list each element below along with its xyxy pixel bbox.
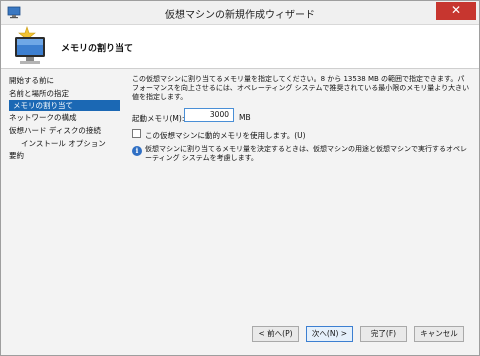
new-vm-monitor-icon: [15, 26, 45, 64]
wizard-steps-nav: 開始する前に 名前と場所の指定 メモリの割り当て ネットワークの構成 仮想ハード…: [1, 69, 121, 327]
nav-item-name-location[interactable]: 名前と場所の指定: [9, 88, 69, 99]
nav-item-summary[interactable]: 要約: [9, 150, 24, 161]
nav-item-memory[interactable]: メモリの割り当て: [9, 100, 120, 111]
cancel-button[interactable]: キャンセル: [414, 326, 464, 342]
dynamic-memory-label[interactable]: この仮想マシンに動的メモリを使用します。(U): [145, 130, 306, 141]
memory-unit-label: MB: [239, 113, 251, 122]
dynamic-memory-checkbox[interactable]: [132, 129, 141, 138]
nav-item-virtual-disk[interactable]: 仮想ハード ディスクの接続: [9, 125, 101, 136]
nav-item-install-options[interactable]: インストール オプション: [21, 138, 106, 149]
page-title: メモリの割り当て: [61, 44, 134, 54]
title-bar[interactable]: 仮想マシンの新規作成ウィザード ✕: [1, 1, 479, 25]
previous-button[interactable]: < 前へ(P): [252, 326, 299, 342]
wizard-window: 仮想マシンの新規作成ウィザード ✕ メモリの割り当て 開始する前に 名前と場所の…: [0, 0, 480, 356]
memory-panel: この仮想マシンに割り当てるメモリ量を指定してください。8 から 13538 MB…: [129, 69, 475, 327]
memory-description: この仮想マシンに割り当てるメモリ量を指定してください。8 から 13538 MB…: [132, 75, 470, 101]
nav-item-before-you-begin[interactable]: 開始する前に: [9, 75, 54, 86]
next-button[interactable]: 次へ(N) >: [306, 326, 353, 342]
startup-memory-input[interactable]: 3000: [184, 108, 234, 122]
close-button[interactable]: ✕: [436, 2, 476, 20]
wizard-header: メモリの割り当て: [1, 25, 479, 69]
close-icon: ✕: [450, 3, 462, 17]
window-title: 仮想マシンの新規作成ウィザード: [165, 10, 315, 21]
memory-info-text: 仮想マシンに割り当てるメモリ量を決定するときは、仮想マシンの用途と仮想マシンで実…: [145, 145, 467, 162]
info-icon: i: [132, 146, 142, 156]
startup-memory-label: 起動メモリ(M):: [132, 114, 185, 123]
wizard-footer: < 前へ(P) 次へ(N) > 完了(F) キャンセル: [1, 316, 479, 355]
finish-button[interactable]: 完了(F): [360, 326, 407, 342]
nav-item-network[interactable]: ネットワークの構成: [9, 112, 77, 123]
